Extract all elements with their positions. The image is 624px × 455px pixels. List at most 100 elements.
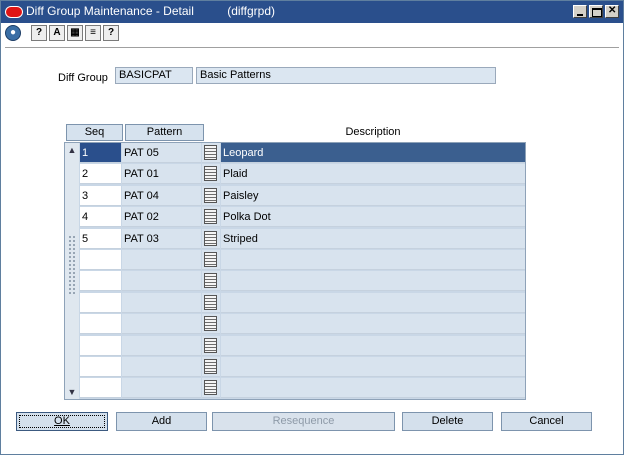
description-cell: Paisley [221, 186, 525, 206]
calendar-icon[interactable]: ▦ [67, 25, 83, 41]
cancel-button[interactable]: Cancel [501, 412, 592, 431]
description-cell [221, 378, 525, 398]
description-cell [221, 293, 525, 313]
pattern-cell[interactable]: PAT 01 [122, 164, 201, 184]
lookup-cell [202, 229, 220, 249]
notes-icon[interactable]: ≡ [85, 25, 101, 41]
seq-cell[interactable] [80, 250, 121, 270]
description-cell [221, 357, 525, 377]
list-lookup-icon[interactable] [204, 145, 217, 160]
globe-icon[interactable]: ● [5, 25, 21, 41]
seq-cell[interactable] [80, 378, 121, 398]
pattern-cell[interactable]: PAT 04 [122, 186, 201, 206]
table-row[interactable]: 3 PAT 04 Paisley [80, 186, 525, 207]
description-cell [221, 336, 525, 356]
seq-cell[interactable] [80, 293, 121, 313]
scroll-down-icon[interactable]: ▼ [67, 387, 77, 397]
description-cell [221, 250, 525, 270]
table-row[interactable]: 2 PAT 01 Plaid [80, 164, 525, 185]
resequence-button[interactable]: Resequence [212, 412, 395, 431]
table-row[interactable] [80, 357, 525, 378]
diff-group-description-field: Basic Patterns [196, 67, 496, 84]
toolbar: ●? A ▦ ≡? [5, 25, 121, 43]
table-row[interactable]: 5 PAT 03 Striped [80, 229, 525, 250]
pattern-cell[interactable]: PAT 02 [122, 207, 201, 227]
seq-cell[interactable]: 5 [80, 229, 121, 249]
grid-scrollbar[interactable]: ▲ ▼ [65, 143, 79, 399]
table-row[interactable] [80, 378, 525, 399]
add-button[interactable]: Add [116, 412, 207, 431]
lookup-cell [202, 378, 220, 398]
description-cell: Plaid [221, 164, 525, 184]
list-lookup-icon[interactable] [204, 338, 217, 353]
table-row[interactable]: 1 PAT 05 Leopard [80, 143, 525, 164]
pattern-column-header[interactable]: Pattern [125, 124, 204, 141]
help-icon[interactable]: ? [103, 25, 119, 41]
pattern-cell[interactable]: PAT 03 [122, 229, 201, 249]
seq-cell[interactable] [80, 271, 121, 291]
list-lookup-icon[interactable] [204, 359, 217, 374]
seq-cell[interactable]: 3 [80, 186, 121, 206]
table-row[interactable] [80, 293, 525, 314]
spell-icon[interactable]: A [49, 25, 65, 41]
minimize-icon[interactable] [573, 5, 587, 18]
seq-cell[interactable] [80, 336, 121, 356]
description-cell: Leopard [221, 143, 525, 163]
description-cell [221, 314, 525, 334]
ok-button[interactable]: OK [16, 412, 108, 431]
seq-cell[interactable]: 1 [80, 143, 121, 163]
lookup-cell [202, 207, 220, 227]
list-lookup-icon[interactable] [204, 252, 217, 267]
pattern-cell[interactable] [122, 336, 201, 356]
pattern-cell[interactable] [122, 250, 201, 270]
scroll-up-icon[interactable]: ▲ [67, 145, 77, 155]
table-row[interactable] [80, 336, 525, 357]
scroll-grip[interactable] [68, 235, 76, 295]
lookup-cell [202, 357, 220, 377]
close-icon[interactable] [605, 5, 619, 18]
pattern-cell[interactable] [122, 357, 201, 377]
lookup-cell [202, 336, 220, 356]
window-title: Diff Group Maintenance - Detail (diffgrp… [26, 4, 276, 18]
help-book-icon[interactable]: ? [31, 25, 47, 41]
pattern-cell[interactable] [122, 314, 201, 334]
diff-group-detail-window: Diff Group Maintenance - Detail (diffgrp… [0, 0, 624, 455]
diff-group-label: Diff Group [58, 72, 108, 84]
seq-column-header[interactable]: Seq [66, 124, 123, 141]
lookup-cell [202, 250, 220, 270]
list-lookup-icon[interactable] [204, 295, 217, 310]
description-cell [221, 271, 525, 291]
seq-cell[interactable] [80, 314, 121, 334]
maximize-icon[interactable] [589, 5, 603, 18]
table-row[interactable] [80, 314, 525, 335]
lookup-cell [202, 164, 220, 184]
list-lookup-icon[interactable] [204, 231, 217, 246]
seq-cell[interactable]: 2 [80, 164, 121, 184]
list-lookup-icon[interactable] [204, 316, 217, 331]
table-row[interactable] [80, 250, 525, 271]
lookup-cell [202, 143, 220, 163]
delete-button[interactable]: Delete [402, 412, 493, 431]
list-lookup-icon[interactable] [204, 380, 217, 395]
list-lookup-icon[interactable] [204, 166, 217, 181]
list-lookup-icon[interactable] [204, 273, 217, 288]
description-cell: Striped [221, 229, 525, 249]
pattern-cell[interactable] [122, 271, 201, 291]
lookup-cell [202, 186, 220, 206]
table-row[interactable]: 4 PAT 02 Polka Dot [80, 207, 525, 228]
list-lookup-icon[interactable] [204, 209, 217, 224]
diff-group-id-field: BASICPAT [115, 67, 193, 84]
lookup-cell [202, 271, 220, 291]
pattern-cell[interactable] [122, 293, 201, 313]
pattern-cell[interactable]: PAT 05 [122, 143, 201, 163]
seq-cell[interactable]: 4 [80, 207, 121, 227]
title-bar[interactable]: Diff Group Maintenance - Detail (diffgrp… [1, 1, 623, 23]
description-column-header: Description [345, 126, 401, 138]
lookup-cell [202, 293, 220, 313]
lookup-cell [202, 314, 220, 334]
list-lookup-icon[interactable] [204, 188, 217, 203]
app-icon [5, 6, 23, 18]
seq-cell[interactable] [80, 357, 121, 377]
pattern-cell[interactable] [122, 378, 201, 398]
table-row[interactable] [80, 271, 525, 292]
